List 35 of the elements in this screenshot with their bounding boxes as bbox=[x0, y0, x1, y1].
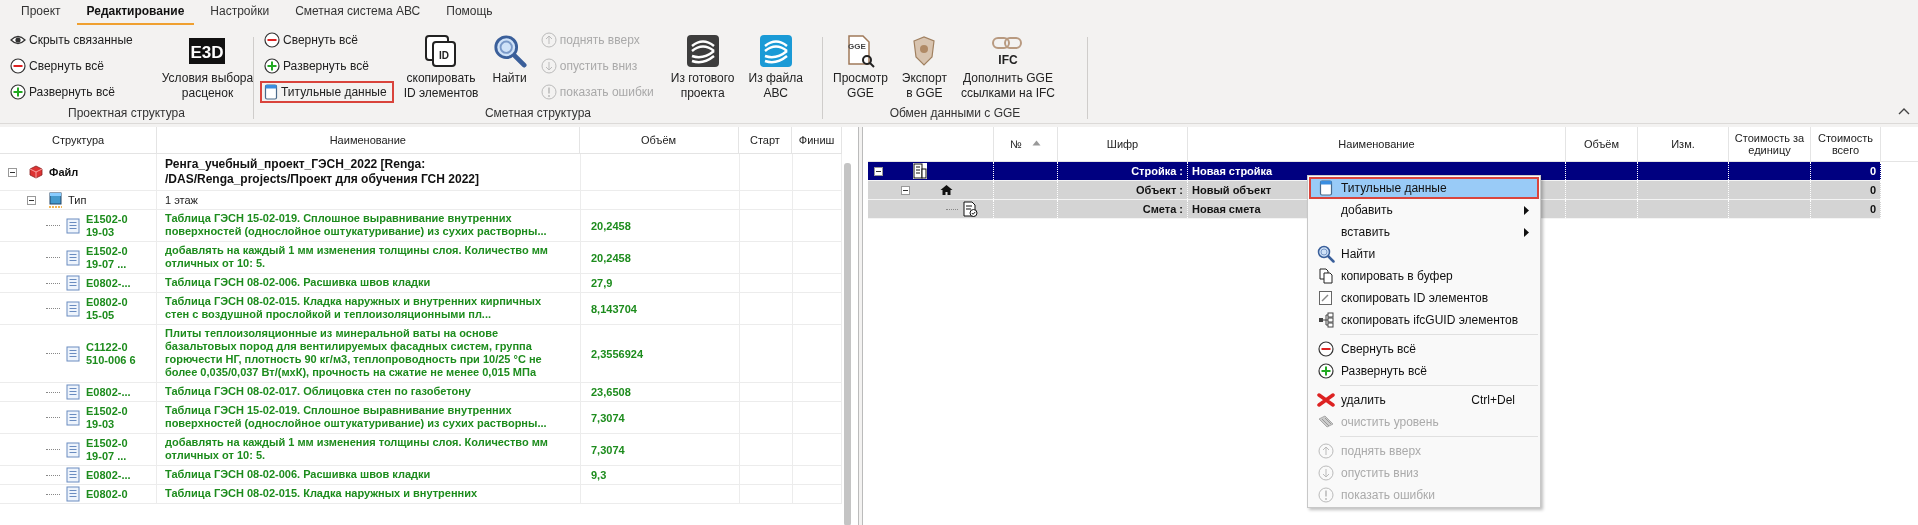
table-cell: Новая стройка bbox=[1192, 165, 1273, 177]
table-cell-text: 7,3074 bbox=[590, 443, 625, 456]
table-cell-text: Таблица ГЭСН 15-02-019. Сплошное выравнивание внутренних поверхностей (однослойное оштукатуривание) из сухих растворны... bbox=[165, 212, 548, 238]
table-cell-text: добавлять на каждый 1 мм изменения толщины слоя. Количество мм отличных от 10: 5. bbox=[165, 436, 549, 462]
group-label: Обмен данными с GGE bbox=[888, 105, 1022, 122]
table-cell-text: 7,3074 bbox=[590, 411, 625, 424]
group-label: Проектная структура bbox=[67, 105, 186, 122]
table-cell: 0 bbox=[1869, 184, 1876, 196]
table-cell: Смета : bbox=[1142, 203, 1183, 215]
table-cell: Новый объект bbox=[1192, 184, 1272, 196]
table-cell-text: 23,6508 bbox=[590, 386, 631, 398]
table-cell: 1 этаж bbox=[165, 193, 198, 207]
table-cell-text: добавлять на каждый 1 мм изменения толщины слоя. Количество мм отличных от 10: 5. bbox=[165, 244, 549, 270]
table-cell-text: 8,143704 bbox=[590, 302, 637, 315]
table-cell: 0 bbox=[1869, 165, 1876, 177]
table-cell-text: 20,2458 bbox=[590, 219, 631, 232]
table-cell-text: Ренга_учебный_проект_ГЭСН_2022 [Renga: /DAS/Renga_projects/Проект для обучения ГСН 2022] bbox=[165, 157, 480, 187]
logo-icon: E3D bbox=[187, 35, 228, 67]
table-cell: Стройка : bbox=[1131, 165, 1183, 177]
table-cell-text: 20,2458 bbox=[590, 251, 631, 264]
table-cell: Новая смета bbox=[1192, 203, 1261, 215]
shortcut-label: Ctrl+Del bbox=[1471, 393, 1515, 407]
table-cell-text: Таблица ГЭСН 15-02-019. Сплошное выравнивание внутренних поверхностей (однослойное оштукатуривание) из сухих растворны... bbox=[165, 404, 548, 430]
table-cell-text: 9,3 bbox=[590, 469, 607, 481]
table-cell: Таблица ГЭСН 08-02-015. Кладка наружных и внутренних bbox=[165, 487, 478, 500]
group-label: Сметная структура bbox=[483, 105, 593, 122]
table-cell: 0 bbox=[1869, 203, 1876, 215]
table-cell-text: Таблица ГЭСН 08-02-015. Кладка наружных и внутренних кирпичных стен с воздушной прослойкой и теплоизоляционными пл... bbox=[165, 295, 543, 321]
table-cell: Таблица ГЭСН 08-02-006. Расшивка швов кладки bbox=[165, 468, 431, 481]
table-cell-text: 2,3556924 bbox=[590, 347, 643, 360]
table-cell: Таблица ГЭСН 08-02-017. Облицовка стен по газобетону bbox=[165, 385, 471, 398]
table-cell-text: 27,9 bbox=[590, 277, 613, 289]
table-cell: Объект : bbox=[1136, 184, 1183, 196]
table-cell: Таблица ГЭСН 08-02-006. Расшивка швов кладки bbox=[165, 276, 431, 289]
table-cell-text: Плиты теплоизоляционные из минеральной ваты на основе базальтовых пород для вентилируемых фасадных систем, группа горючести НГ, плотность 90 кг/м3, теплопроводность при 10/25 °С не более 0,035/0,037 Вт/(мхК), прочность на сжатие не менее 0,015 МПа bbox=[165, 327, 543, 379]
